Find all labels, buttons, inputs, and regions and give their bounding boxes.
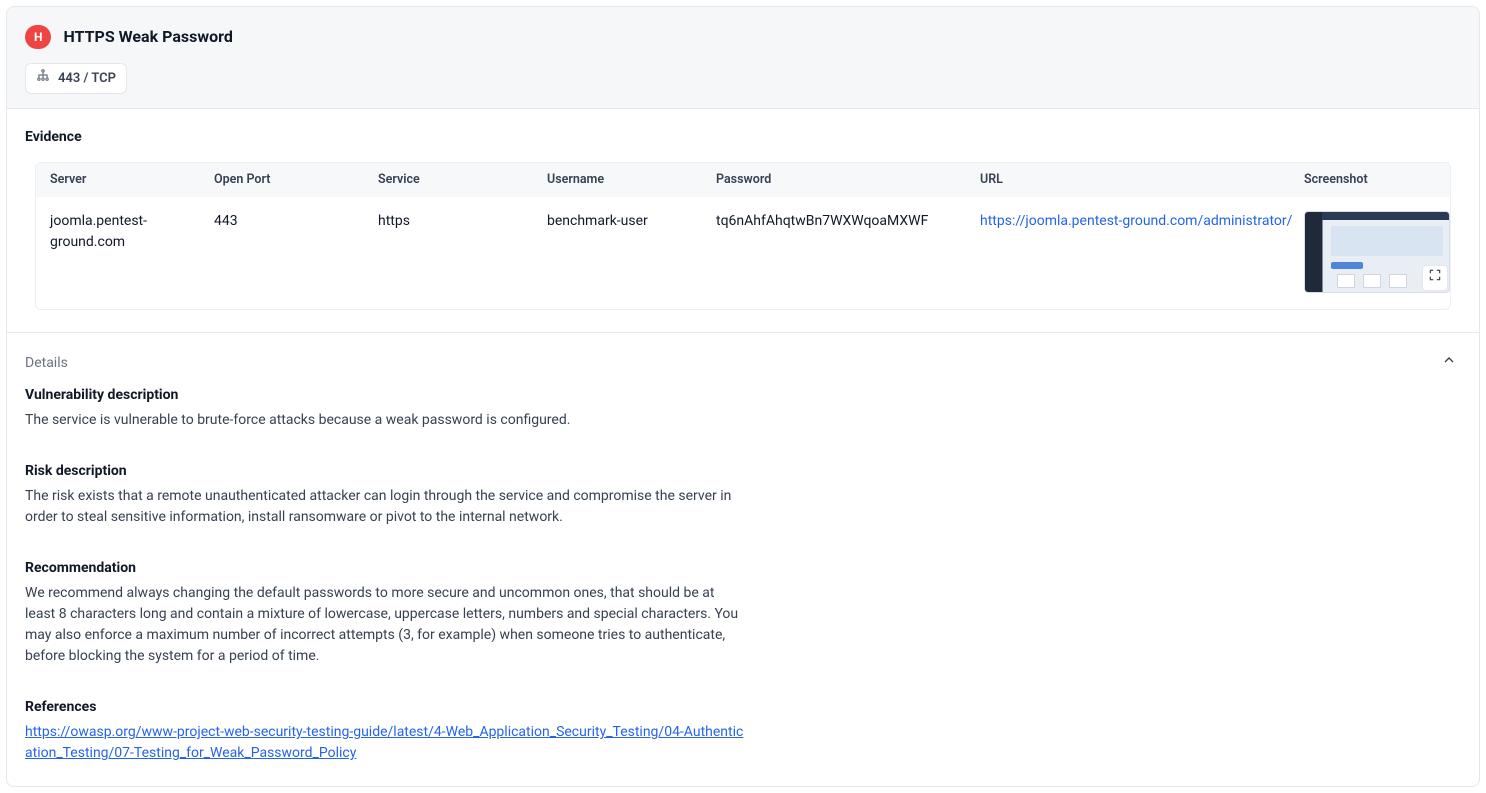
cell-server: joomla.pentest-ground.com (50, 211, 210, 253)
recommendation-block: Recommendation We recommend always chang… (25, 558, 745, 667)
col-service: Service (378, 171, 543, 190)
port-chip[interactable]: 443 / TCP (25, 63, 127, 94)
cell-url: https://joomla.pentest-ground.com/admini… (980, 211, 1300, 232)
references-label: References (25, 697, 745, 718)
risk-description-text: The risk exists that a remote unauthenti… (25, 486, 745, 528)
references-block: References https://owasp.org/www-project… (25, 697, 745, 764)
cell-service: https (378, 211, 543, 232)
details-label: Details (25, 353, 68, 374)
evidence-url-link[interactable]: https://joomla.pentest-ground.com/admini… (980, 213, 1292, 229)
vulnerability-description-block: Vulnerability description The service is… (25, 385, 745, 431)
expand-screenshot-button[interactable] (1422, 265, 1448, 291)
collapse-details-button[interactable] (1437, 351, 1461, 375)
evidence-section: Evidence Server Open Port Service Userna… (7, 109, 1479, 333)
title-row: H HTTPS Weak Password (25, 25, 1461, 49)
col-screenshot: Screenshot (1304, 171, 1451, 190)
screenshot-thumbnail[interactable] (1304, 211, 1450, 293)
risk-description-block: Risk description The risk exists that a … (25, 461, 745, 528)
cell-screenshot (1304, 211, 1451, 293)
details-section: Details Vulnerability description The se… (7, 332, 1479, 786)
card-header: H HTTPS Weak Password 443 / TCP (7, 7, 1479, 109)
evidence-table: Server Open Port Service Username Passwo… (35, 162, 1451, 311)
cell-open-port: 443 (214, 211, 374, 232)
col-server: Server (50, 171, 210, 190)
details-header[interactable]: Details (25, 351, 1461, 375)
vulnerability-description-label: Vulnerability description (25, 385, 745, 406)
cell-username: benchmark-user (547, 211, 712, 232)
table-row: joomla.pentest-ground.com 443 https benc… (36, 197, 1450, 309)
finding-card: H HTTPS Weak Password 443 / TCP Evidence… (6, 6, 1480, 787)
reference-link[interactable]: https://owasp.org/www-project-web-securi… (25, 724, 743, 761)
vulnerability-description-text: The service is vulnerable to brute-force… (25, 410, 745, 431)
col-username: Username (547, 171, 712, 190)
finding-title: HTTPS Weak Password (63, 25, 232, 49)
recommendation-text: We recommend always changing the default… (25, 583, 745, 667)
col-url: URL (980, 171, 1300, 190)
risk-description-label: Risk description (25, 461, 745, 482)
port-chip-label: 443 / TCP (58, 69, 116, 89)
col-password: Password (716, 171, 976, 190)
evidence-header-row: Server Open Port Service Username Passwo… (36, 163, 1450, 198)
chevron-up-icon (1441, 352, 1457, 375)
cell-password: tq6nAhfAhqtwBn7WXWqoaMXWF (716, 211, 976, 232)
expand-icon (1428, 268, 1442, 289)
recommendation-label: Recommendation (25, 558, 745, 579)
severity-badge: H (25, 25, 51, 49)
col-open-port: Open Port (214, 171, 374, 190)
evidence-title: Evidence (25, 127, 1461, 148)
network-icon (36, 68, 50, 89)
